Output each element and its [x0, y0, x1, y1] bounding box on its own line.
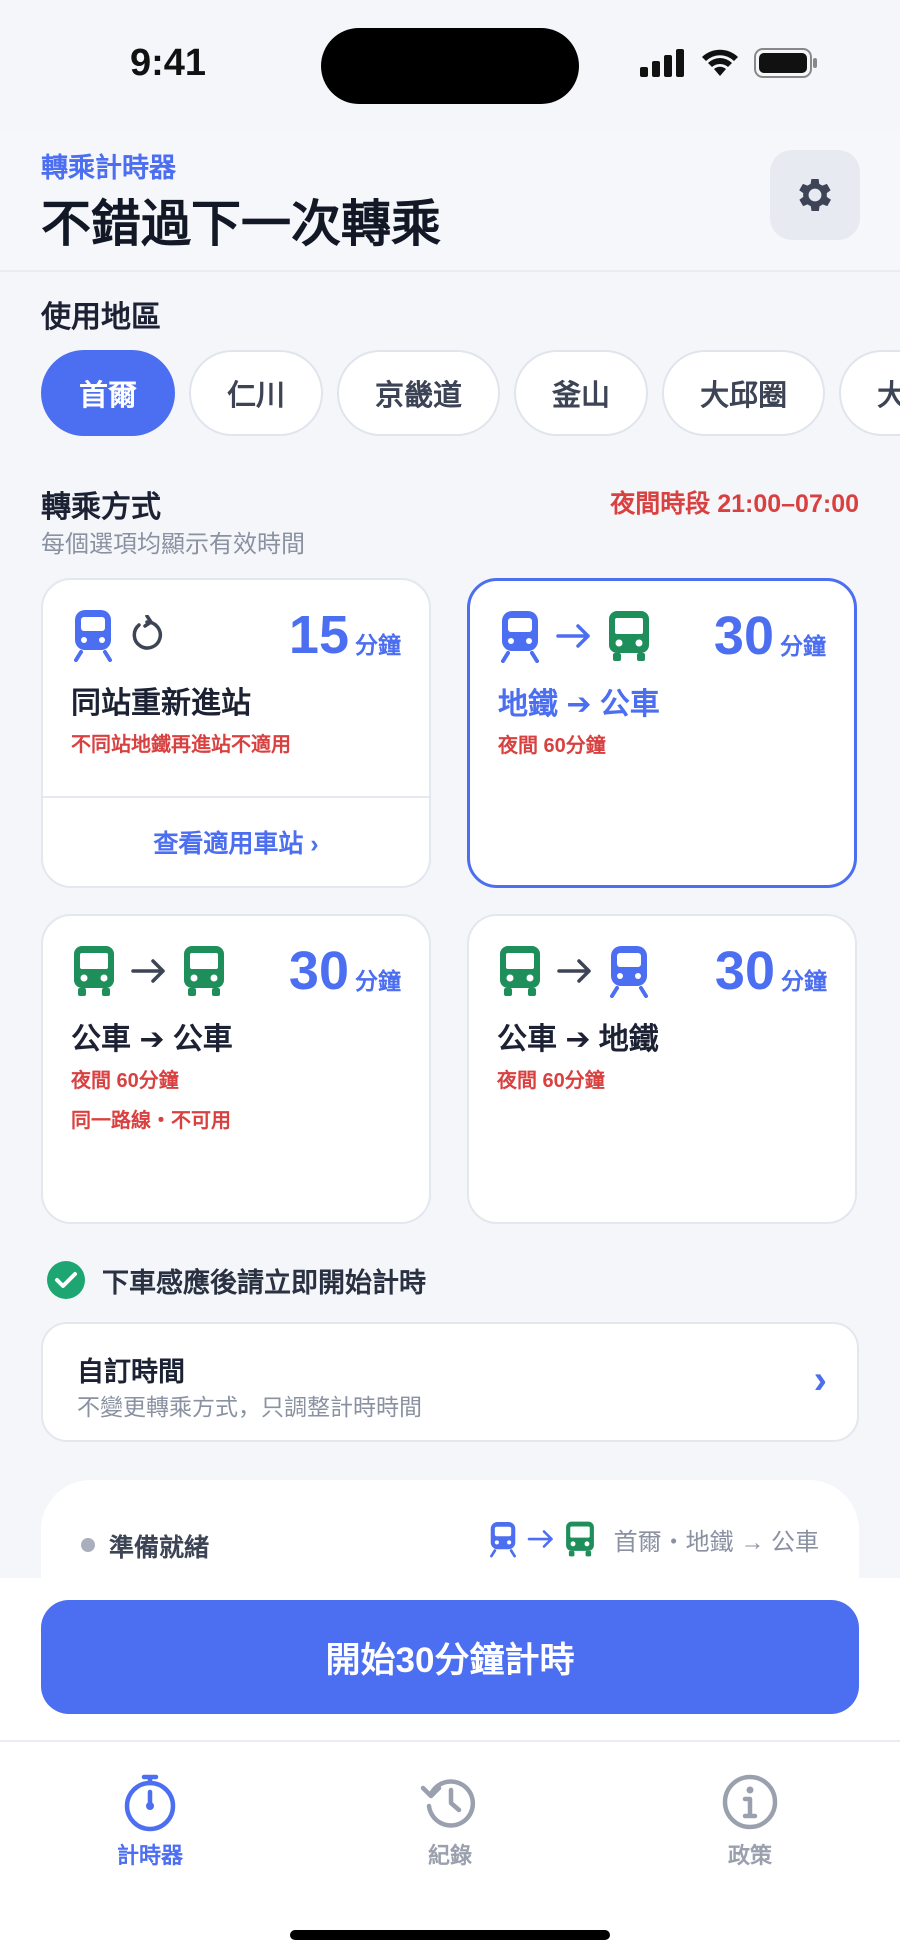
- chevron-right-icon: ›: [813, 1358, 827, 1402]
- status-icons: [640, 48, 818, 78]
- region-chips: 首爾 仁川 京畿道 釜山 大邱圈 大: [41, 350, 900, 436]
- card-note: 夜間 60分鐘: [498, 735, 606, 757]
- transfer-card-reentry[interactable]: 15 分鐘 同站重新進站 不同站地鐵再進站不適用 查看適用車站 ›: [41, 578, 431, 888]
- home-indicator: [290, 1930, 610, 1940]
- card-minutes-unit: 分鐘: [781, 968, 827, 994]
- tab-label: 紀錄: [427, 1843, 472, 1868]
- status-bar: 9:41: [0, 0, 900, 130]
- card-minutes: 30: [713, 606, 774, 666]
- card-minutes-unit: 分鐘: [780, 633, 826, 659]
- arrow-right-icon: [131, 959, 165, 983]
- card-note-secondary: 同一路線・不可用: [71, 1110, 231, 1132]
- stopwatch-icon: [124, 1774, 176, 1832]
- card-title: 同站重新進站: [71, 687, 251, 720]
- region-section-title: 使用地區: [41, 301, 161, 334]
- tab-bar: 計時器 紀錄 政策: [0, 1742, 900, 1956]
- battery-icon: [754, 48, 817, 78]
- region-chip-daegu[interactable]: 大邱圈: [662, 350, 826, 436]
- bus-icon: [500, 946, 540, 996]
- tap-off-notice: 下車感應後請立即開始計時: [46, 1260, 426, 1300]
- bus-icon: [609, 611, 649, 661]
- transfer-subtitle: 每個選項均顯示有效時間: [41, 531, 305, 558]
- settings-button[interactable]: [770, 150, 860, 240]
- custom-time-title: 自訂時間: [77, 1357, 185, 1387]
- region-chip-incheon[interactable]: 仁川: [189, 350, 324, 436]
- tab-label: 政策: [727, 1843, 772, 1868]
- region-chip-busan[interactable]: 釜山: [514, 350, 649, 436]
- transfer-card-subway-to-bus[interactable]: 30 分鐘 地鐵 ➔ 公車 夜間 60分鐘: [467, 578, 857, 888]
- bus-icon: [565, 1521, 594, 1557]
- subway-icon: [74, 610, 112, 662]
- arrow-right-icon: [556, 624, 590, 648]
- bus-icon: [184, 946, 224, 996]
- night-hours-label: 夜間時段 21:00–07:00: [610, 490, 859, 518]
- view-stations-link[interactable]: 查看適用車站 ›: [43, 796, 429, 886]
- restart-icon: [132, 615, 163, 650]
- app-name: 轉乘計時器: [41, 153, 176, 183]
- status-dot: [81, 1538, 95, 1552]
- card-minutes: 30: [288, 941, 349, 1001]
- check-circle-icon: [47, 1261, 85, 1299]
- cellular-signal-icon: [640, 49, 684, 77]
- custom-time-subtitle: 不變更轉乘方式，只調整計時時間: [77, 1394, 422, 1420]
- history-icon: [420, 1779, 476, 1828]
- bus-icon: [74, 946, 114, 996]
- tab-label: 計時器: [116, 1843, 183, 1868]
- card-note: 夜間 60分鐘: [71, 1070, 179, 1092]
- route-summary: 首爾・地鐵 → 公車: [488, 1520, 819, 1558]
- status-time: 9:41: [130, 42, 207, 84]
- dynamic-island: [321, 28, 579, 104]
- start-timer-button[interactable]: 開始30分鐘計時: [41, 1600, 859, 1714]
- page-title: 不錯過下一次轉乘: [41, 196, 441, 252]
- tab-timer[interactable]: 計時器: [50, 1772, 250, 1870]
- region-chip-seoul[interactable]: 首爾: [41, 350, 176, 436]
- subway-icon: [501, 611, 539, 663]
- gear-icon: [799, 179, 831, 211]
- card-minutes-unit: 分鐘: [355, 968, 401, 994]
- card-minutes: 30: [714, 941, 775, 1001]
- arrow-right-icon: [527, 1530, 553, 1548]
- custom-time-row[interactable]: 自訂時間 不變更轉乘方式，只調整計時時間 ›: [41, 1322, 859, 1442]
- tab-history[interactable]: 紀錄: [350, 1772, 550, 1870]
- info-icon: [722, 1774, 778, 1830]
- region-chip-more[interactable]: 大: [839, 350, 900, 436]
- subway-icon: [610, 946, 648, 998]
- transfer-section-title: 轉乘方式: [41, 491, 161, 524]
- card-title: 公車 ➔ 公車: [71, 1023, 233, 1056]
- arrow-right-icon: [557, 959, 591, 983]
- card-minutes-unit: 分鐘: [355, 632, 401, 658]
- card-note: 夜間 60分鐘: [497, 1070, 605, 1092]
- route-text: 首爾・地鐵 → 公車: [613, 1528, 819, 1556]
- card-title: 公車 ➔ 地鐵: [497, 1023, 659, 1056]
- app-header: 轉乘計時器 不錯過下一次轉乘: [0, 130, 900, 272]
- transfer-card-bus-to-subway[interactable]: 30 分鐘 公車 ➔ 地鐵 夜間 60分鐘: [467, 914, 857, 1224]
- transfer-card-bus-to-bus[interactable]: 30 分鐘 公車 ➔ 公車 夜間 60分鐘 同一路線・不可用: [41, 914, 431, 1224]
- notice-text: 下車感應後請立即開始計時: [102, 1267, 426, 1298]
- card-minutes: 15: [288, 605, 349, 665]
- card-note: 不同站地鐵再進站不適用: [71, 734, 291, 756]
- ready-label: 準備就緒: [109, 1534, 210, 1562]
- wifi-icon: [702, 49, 738, 76]
- region-chip-gyeonggi[interactable]: 京畿道: [337, 350, 501, 436]
- cta-area: 開始30分鐘計時: [0, 1578, 900, 1742]
- subway-icon: [489, 1521, 516, 1558]
- tab-policy[interactable]: 政策: [650, 1772, 850, 1870]
- card-title: 地鐵 ➔ 公車: [498, 688, 660, 721]
